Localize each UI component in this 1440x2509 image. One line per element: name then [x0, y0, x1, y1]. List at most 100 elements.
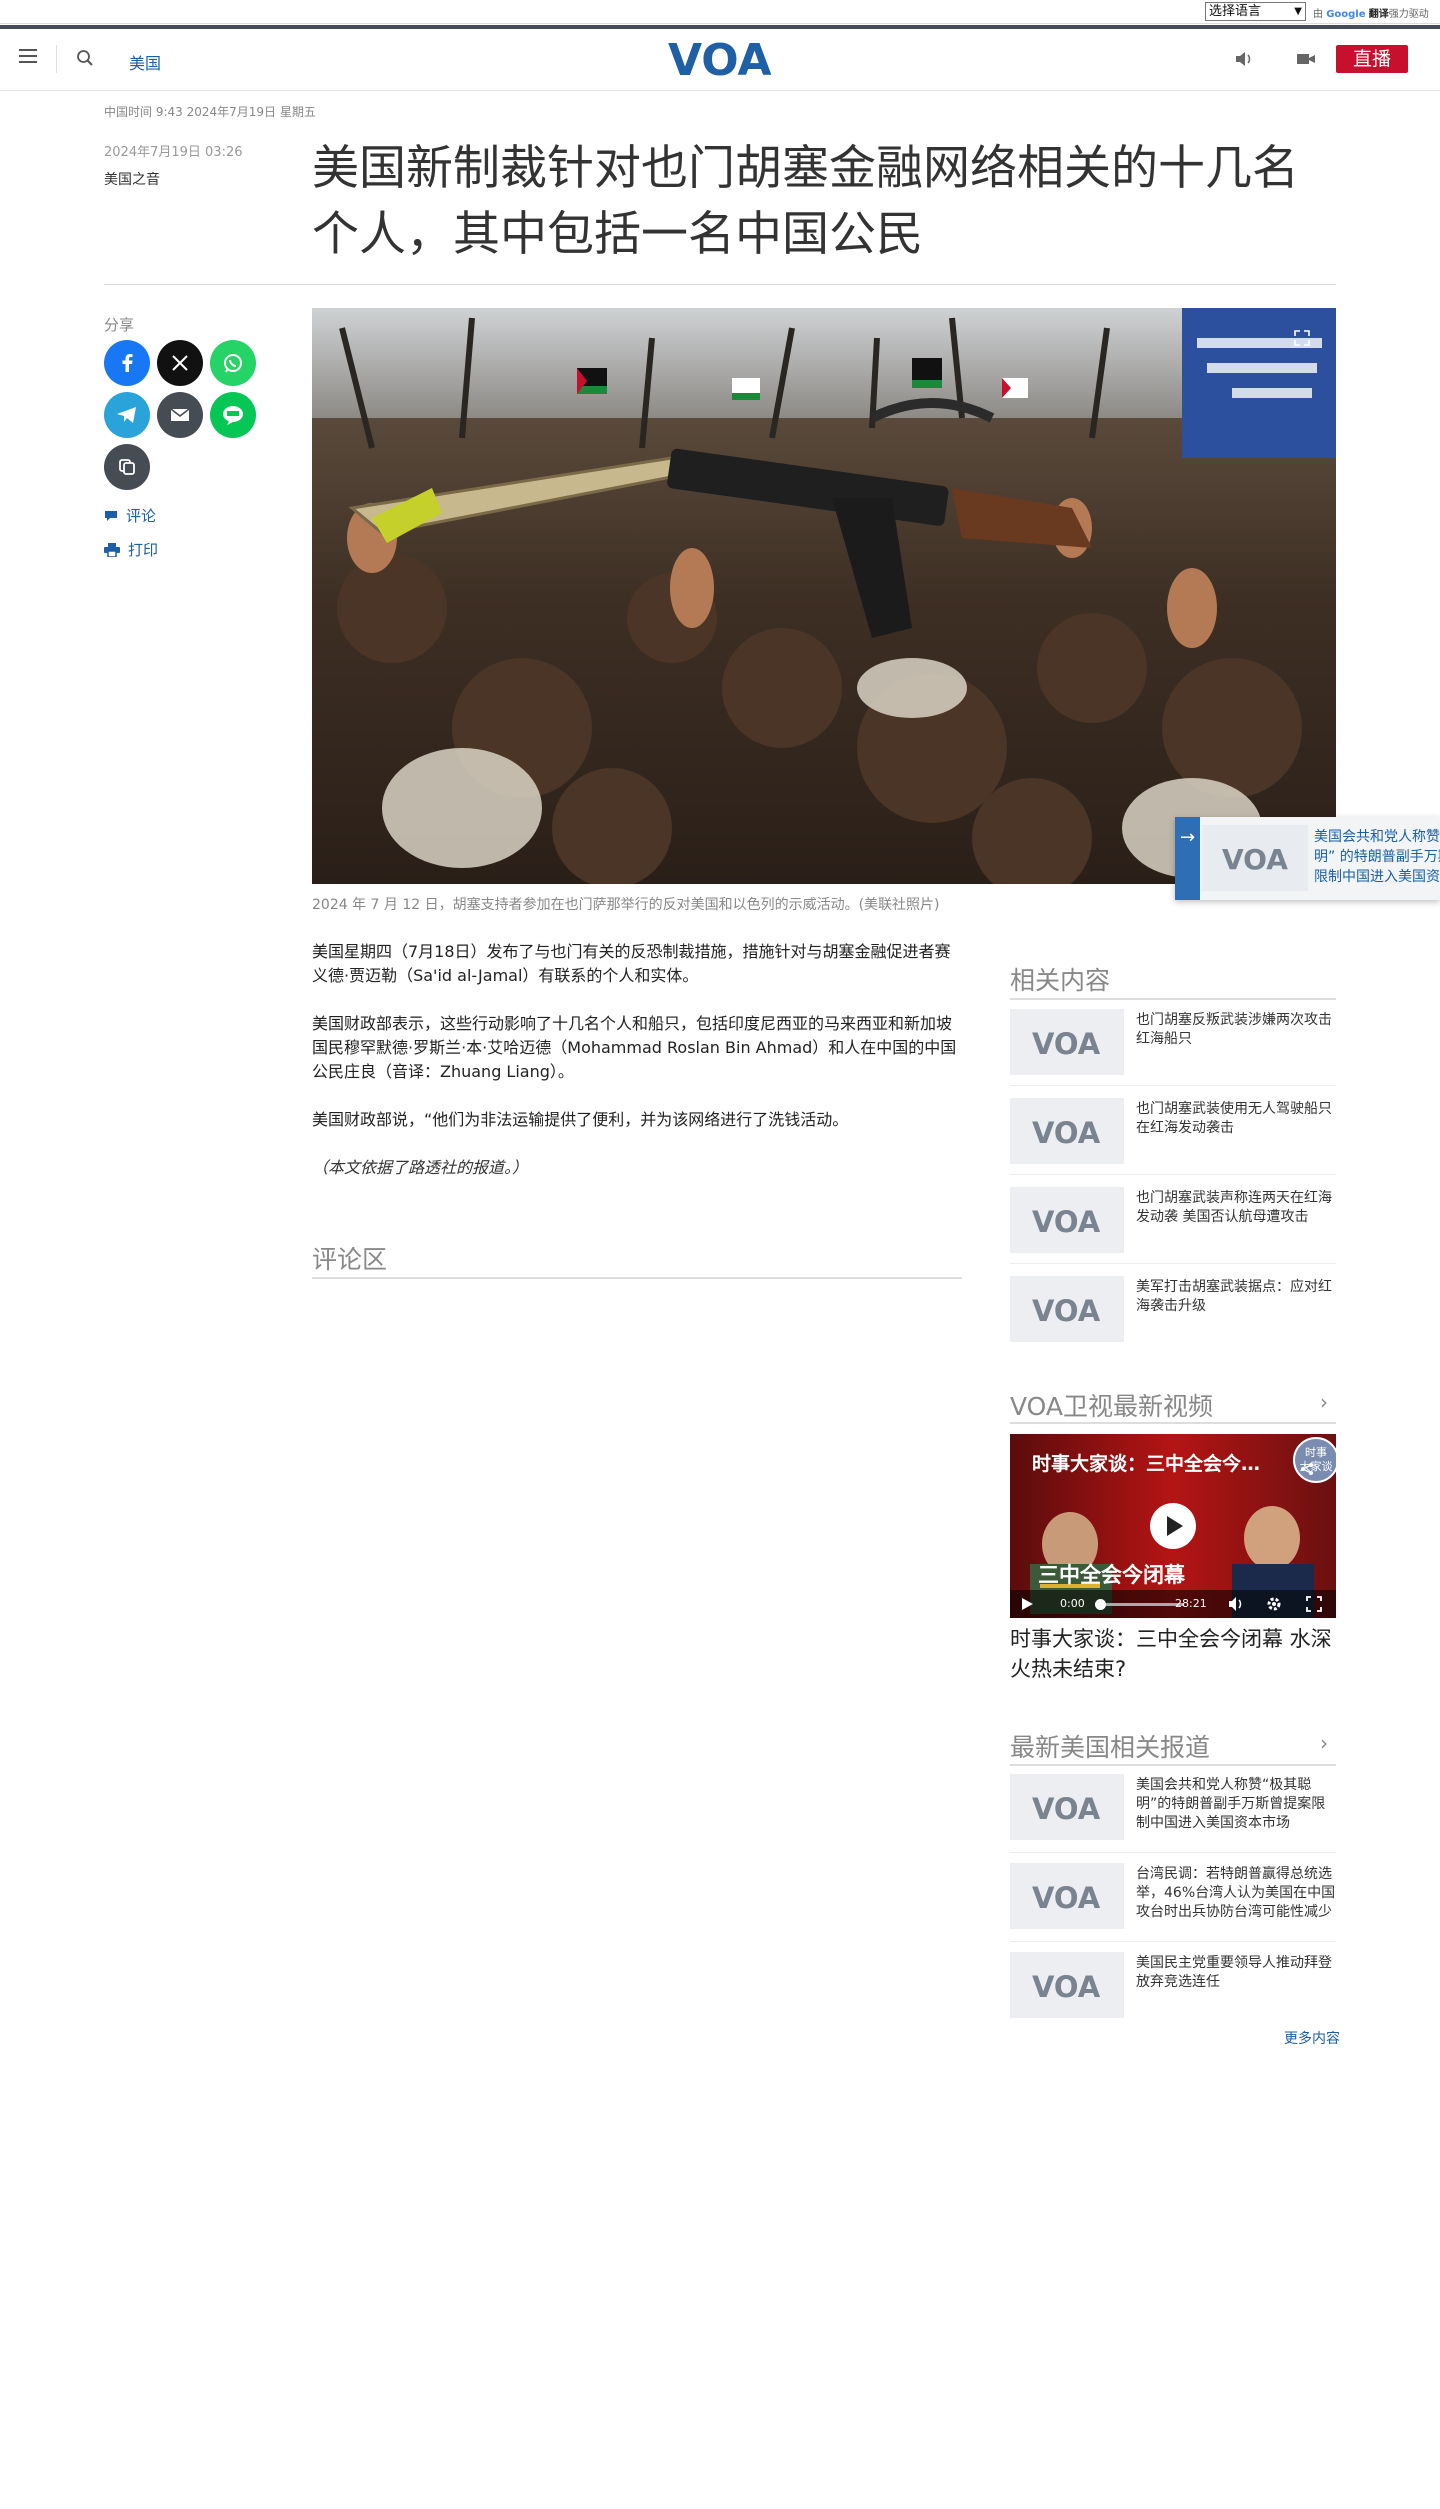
related-item-title[interactable]: 也门胡塞武装使用无人驾驶船只在红海发动袭击	[1136, 1100, 1336, 1138]
share-icon[interactable]	[1300, 1462, 1314, 1476]
latest-item-title[interactable]: 台湾民调：若特朗普赢得总统选举，46%台湾人认为美国在中国攻台时出兵协防台湾可能…	[1136, 1865, 1336, 1922]
related-item[interactable]: VOA 也门胡塞反叛武装涉嫌两次攻击红海船只	[1010, 1007, 1336, 1079]
voa-logo-text: VOA	[668, 37, 772, 81]
article-paragraph: 美国星期四（7月18日）发布了与也门有关的反恐制裁措施，措施针对与胡塞金融促进者…	[312, 942, 951, 985]
video-time-total: 28:21	[1175, 1597, 1207, 1610]
latest-item[interactable]: VOA 台湾民调：若特朗普赢得总统选举，46%台湾人认为美国在中国攻台时出兵协防…	[1010, 1861, 1336, 1933]
search-icon[interactable]	[76, 49, 94, 67]
expand-icon[interactable]	[1294, 330, 1310, 346]
item-divider	[1010, 1085, 1336, 1086]
related-item-title[interactable]: 也门胡塞武装声称连两天在红海发动袭 美国否认航母遭攻击	[1136, 1189, 1336, 1227]
comments-title: 评论区	[312, 1245, 388, 1274]
comment-link[interactable]: 评论	[104, 505, 156, 526]
voa-thumb-text: VOA	[1032, 1116, 1101, 1146]
x-icon	[172, 355, 188, 371]
translate-label: 翻译	[1368, 9, 1389, 20]
article-paragraph: 美国财政部表示，这些行动影响了十几名个人和船只，包括印度尼西亚的马来西亚和新加坡…	[312, 1014, 957, 1081]
language-select[interactable]: 选择语言 ▼	[1205, 2, 1306, 21]
author: 美国之音	[104, 172, 160, 188]
language-select-value: 选择语言	[1209, 4, 1262, 19]
line-share-button[interactable]	[210, 392, 256, 438]
page-title: 美国新制裁针对也门胡塞金融网络相关的十几名个人，其中包括一名中国公民	[312, 141, 1299, 262]
voa-thumb-text: VOA	[1032, 1205, 1101, 1235]
site-header: 美国 VOA 直播	[0, 29, 1440, 91]
powered-suffix: 强力驱动	[1388, 9, 1429, 20]
hero-photo[interactable]	[312, 308, 1336, 884]
voa-thumb-text: VOA	[1032, 1792, 1101, 1822]
related-item[interactable]: VOA 也门胡塞武装使用无人驾驶船只在红海发动袭击	[1010, 1096, 1336, 1168]
video-banner-text: 三中全会今闭幕	[1038, 1563, 1186, 1587]
voa-thumb-text: VOA	[1032, 1970, 1101, 2000]
video-corner-badge-text: 时事	[1305, 1446, 1327, 1459]
latest-item[interactable]: VOA 美国会共和党人称赞“极其聪明”的特朗普副手万斯曾提案限制中国进入美国资本…	[1010, 1772, 1336, 1844]
voa-thumbnail: VOA	[1010, 1187, 1124, 1253]
play-icon[interactable]	[1020, 1597, 1034, 1611]
fullscreen-icon[interactable]	[1306, 1596, 1322, 1612]
print-icon	[104, 542, 120, 557]
related-item-title[interactable]: 也门胡塞反叛武装涉嫌两次攻击红海船只	[1136, 1011, 1336, 1049]
x-share-button[interactable]	[157, 340, 203, 386]
video-overlay-title: 时事大家谈：三中全会今…	[1032, 1452, 1260, 1475]
chevron-right-icon[interactable]: ›	[1320, 1731, 1328, 1755]
float-bar[interactable]: →	[1175, 817, 1200, 900]
line-icon	[223, 406, 243, 425]
float-card-line: 限制中国进入美国资	[1314, 869, 1440, 885]
speaker-icon[interactable]	[1234, 51, 1254, 67]
related-item[interactable]: VOA 也门胡塞武装声称连两天在红海发动袭 美国否认航母遭攻击	[1010, 1185, 1336, 1257]
voa-thumbnail: VOA	[1010, 1774, 1124, 1840]
related-item-title[interactable]: 美军打击胡塞武装据点：应对红海袭击升级	[1136, 1278, 1336, 1316]
related-item[interactable]: VOA 美军打击胡塞武装据点：应对红海袭击升级	[1010, 1274, 1336, 1346]
voa-thumbnail: VOA	[1010, 1098, 1124, 1164]
video-section-divider	[1010, 1422, 1336, 1424]
video-progress-handle[interactable]	[1095, 1599, 1106, 1610]
section-link-us[interactable]: 美国	[129, 50, 161, 74]
latest-divider	[1010, 1764, 1336, 1766]
google-logo[interactable]: Google	[1326, 9, 1365, 20]
latest-item[interactable]: VOA 美国民主党重要领导人推动拜登放弃竞选连任	[1010, 1950, 1336, 2022]
voa-thumbnail: VOA	[1010, 1276, 1124, 1342]
comments-divider	[312, 1277, 962, 1279]
settings-gear-icon[interactable]	[1266, 1596, 1282, 1612]
email-share-button[interactable]	[157, 392, 203, 438]
video-player[interactable]: 时事 大家谈 时事大家谈：三中全会今… 三中全会今闭幕 0:00 28:21	[1010, 1434, 1336, 1618]
powered-prefix: 由	[1313, 9, 1323, 20]
header-divider	[56, 45, 57, 73]
video-title[interactable]: 时事大家谈：三中全会今闭幕 水深火热未结束?	[1010, 1624, 1336, 1684]
copy-icon	[119, 459, 135, 475]
chevron-down-icon: ▼	[1294, 6, 1302, 17]
voa-thumb-text: VOA	[1032, 1294, 1101, 1324]
video-camera-icon[interactable]	[1296, 51, 1316, 67]
article-source-note: （本文依据了路透社的报道。）	[312, 1158, 529, 1177]
video-progress-track[interactable]	[1095, 1599, 1184, 1610]
chevron-right-icon[interactable]: ›	[1320, 1390, 1328, 1414]
floating-recommendation[interactable]: → VOA 美国会共和党人称赞 明” 的特朗普副手万斯 限制中国进入美国资	[1175, 817, 1440, 900]
voa-thumbnail: VOA	[1010, 1863, 1124, 1929]
related-divider	[1010, 998, 1336, 1000]
item-divider	[1010, 1263, 1336, 1264]
latest-item-title[interactable]: 美国会共和党人称赞“极其聪明”的特朗普副手万斯曾提案限制中国进入美国资本市场	[1136, 1776, 1336, 1833]
print-link[interactable]: 打印	[104, 539, 158, 560]
telegram-share-button[interactable]	[104, 392, 150, 438]
facebook-share-button[interactable]	[104, 340, 150, 386]
copy-link-button[interactable]	[104, 444, 150, 490]
float-card-line: 美国会共和党人称赞	[1314, 829, 1440, 845]
voa-thumbnail: VOA	[1010, 1009, 1124, 1075]
whatsapp-share-button[interactable]	[210, 340, 256, 386]
more-content-link[interactable]: 更多内容	[1284, 2028, 1340, 2048]
voa-thumbnail: VOA	[1202, 825, 1308, 891]
voa-logo[interactable]: VOA	[668, 35, 772, 86]
float-card-title[interactable]: 美国会共和党人称赞 明” 的特朗普副手万斯 限制中国进入美国资	[1314, 827, 1440, 887]
video-section-title[interactable]: VOA卫视最新视频	[1010, 1387, 1213, 1423]
whatsapp-icon	[224, 354, 242, 373]
volume-icon[interactable]	[1228, 1596, 1244, 1612]
share-label: 分享	[104, 316, 135, 334]
voa-thumbnail: VOA	[1010, 1952, 1124, 2018]
voa-thumb-text: VOA	[1222, 843, 1288, 873]
latest-item-title[interactable]: 美国民主党重要领导人推动拜登放弃竞选连任	[1136, 1954, 1336, 1992]
email-icon	[170, 408, 190, 421]
item-divider	[1010, 1941, 1336, 1942]
telegram-icon	[117, 407, 136, 423]
latest-title[interactable]: 最新美国相关报道	[1010, 1728, 1210, 1764]
live-button[interactable]: 直播	[1336, 45, 1408, 73]
menu-icon[interactable]	[19, 49, 37, 65]
